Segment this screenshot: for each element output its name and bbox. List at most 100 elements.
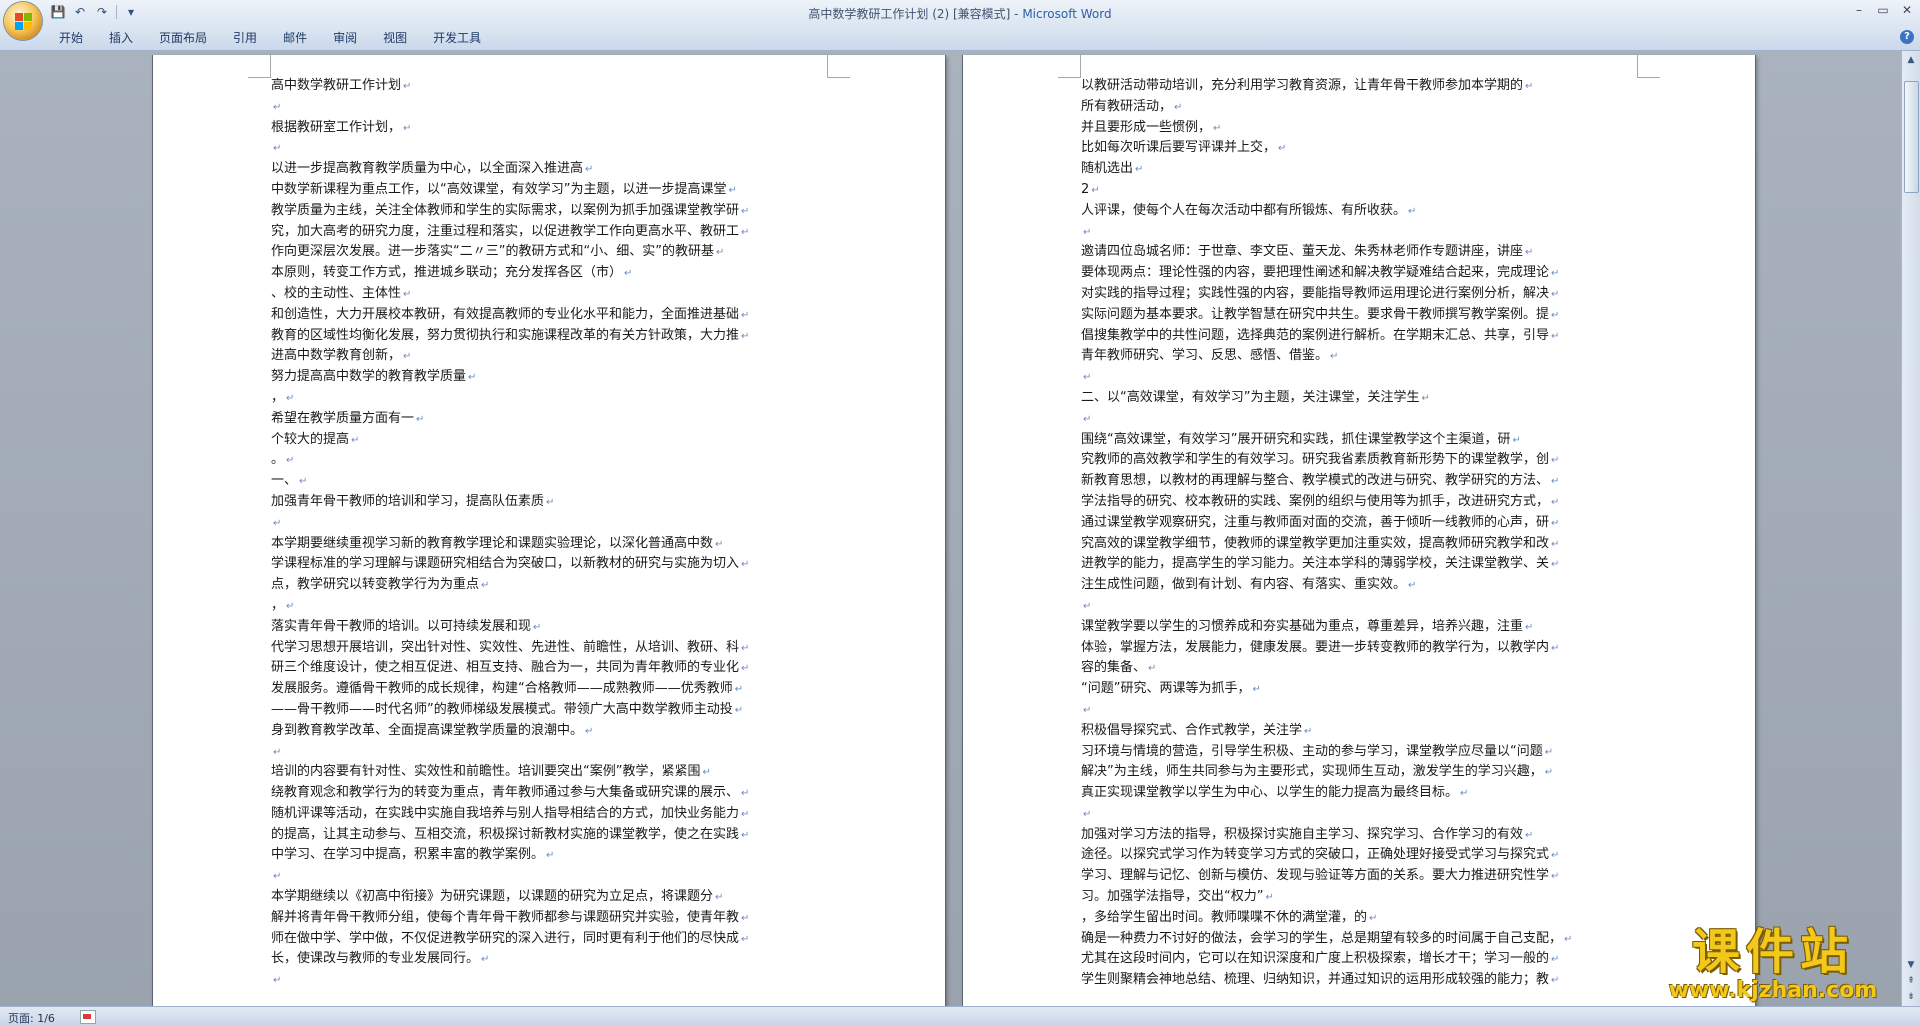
text-line: 、校的主动性、主体性	[271, 284, 786, 305]
text-line	[1081, 700, 1596, 721]
page-text[interactable]: 高中数学教研工作计划根据教研室工作计划， 以进一步提高教育教学质量为中心，以全面深…	[271, 76, 786, 991]
text-line: 本学期继续以《初高中衔接》为研究课题，以课题的研究为立足点，将课题分	[271, 887, 786, 908]
undo-icon[interactable]: ↶	[72, 4, 88, 20]
site-watermark: 课件站 www.kjzhan.com	[1648, 925, 1898, 1005]
text-line: ，	[271, 388, 786, 409]
text-line: 确是一种费力不讨好的做法，会学习的学生，总是期望有较多的时间属于自己支配，	[1081, 929, 1596, 950]
document-page-2[interactable]: 以教研活动带动培训，充分利用学习教育资源，让青年骨干教师参加本学期的所有教研活动…	[963, 55, 1755, 1006]
text-line: 加强对学习方法的指导，积极探讨实施自主学习、探究学习、合作学习的有效	[1081, 825, 1596, 846]
ribbon-tab-bar: 开始 插入 页面布局 引用 邮件 审阅 视图 开发工具	[0, 26, 1920, 51]
text-line	[271, 513, 786, 534]
tab-7[interactable]: 开发工具	[420, 26, 494, 50]
text-line: 学课程标准的学习理解与课题研究相结合为突破口，以新教材的研究与实施为切入	[271, 554, 786, 575]
help-button[interactable]: ?	[1900, 30, 1914, 44]
document-page-1[interactable]: 高中数学教研工作计划根据教研室工作计划， 以进一步提高教育教学质量为中心，以全面深…	[153, 55, 945, 1006]
page-text[interactable]: 以教研活动带动培训，充分利用学习教育资源，让青年骨干教师参加本学期的所有教研活动…	[1081, 76, 1596, 991]
proofing-icon[interactable]	[80, 1010, 96, 1024]
text-line: 落实青年骨干教师的培训。以可持续发展和现	[271, 617, 786, 638]
text-line	[271, 742, 786, 763]
text-line: 解并将青年骨干教师分组，使每个青年骨干教师都参与课题研究并实验，使青年教	[271, 908, 786, 929]
text-line: 究教师的高效教学和学生的有效学习。研究我省素质教育新形势下的课堂教学，创	[1081, 450, 1596, 471]
title-bar: 💾 ↶ ↷ ▾ 高中数学教研工作计划 (2) [兼容模式] - Microsof…	[0, 0, 1920, 40]
text-line: 。	[271, 450, 786, 471]
text-line	[271, 866, 786, 887]
tab-6[interactable]: 视图	[370, 26, 420, 50]
text-line: 教育的区域性均衡化发展，努力贯彻执行和实施课程改革的有关方针政策，大力推	[271, 326, 786, 347]
text-line: 希望在教学质量方面有一	[271, 409, 786, 430]
text-line: 长，使课改与教师的专业发展同行。	[271, 949, 786, 970]
previous-page-icon[interactable]: ⇞	[1904, 974, 1918, 988]
redo-icon[interactable]: ↷	[94, 4, 110, 20]
text-line: 本原则，转变工作方式，推进城乡联动；充分发挥各区（市）	[271, 263, 786, 284]
text-line: 努力提高高中数学的教育教学质量	[271, 367, 786, 388]
text-line: 绕教育观念和教学行为的转变为重点，青年教师通过参与大集备或研究课的展示、	[271, 783, 786, 804]
text-line: 究高效的课堂教学细节，使教师的课堂教学更加注重实效，提高教师研究教学和改	[1081, 534, 1596, 555]
text-line: 要体现两点：理论性强的内容，要把理性阐述和解决教学疑难结合起来，完成理论	[1081, 263, 1596, 284]
office-button[interactable]	[4, 2, 42, 40]
text-line: 加强青年骨干教师的培训和学习，提高队伍素质	[271, 492, 786, 513]
crop-mark	[1058, 55, 1081, 78]
text-line: 研三个维度设计，使之相互促进、相互支持、融合为一，共同为青年教师的专业化	[271, 658, 786, 679]
text-line: 学习、理解与记忆、创新与模仿、发现与验证等方面的关系。要大力推进研究性学	[1081, 866, 1596, 887]
document-title: 高中数学教研工作计划 (2) [兼容模式] -	[808, 7, 1023, 21]
text-line: 高中数学教研工作计划	[271, 76, 786, 97]
text-line: ——骨干教师——时代名师”的教师梯级发展模式。带领广大高中数学教师主动投	[271, 700, 786, 721]
text-line: 进教学的能力，提高学生的学习能力。关注本学科的薄弱学校，关注课堂教学、关	[1081, 554, 1596, 575]
office-logo-icon	[14, 12, 32, 30]
tab-3[interactable]: 引用	[220, 26, 270, 50]
minimize-button[interactable]: –	[1852, 3, 1866, 17]
text-line: 青年教师研究、学习、反思、感悟、借鉴。	[1081, 346, 1596, 367]
text-line: 并且要形成一些惯例，	[1081, 118, 1596, 139]
text-line	[1081, 596, 1596, 617]
text-line: 尤其在这段时间内，它可以在知识深度和广度上积极探索，增长才干；学习一般的	[1081, 949, 1596, 970]
next-page-icon[interactable]: ⇟	[1904, 990, 1918, 1004]
text-line: 本学期要继续重视学习新的教育教学理论和课题实验理论，以深化普通高中数	[271, 534, 786, 555]
app-name: Microsoft Word	[1022, 7, 1112, 21]
text-line: 身到教育教学改革、全面提高课堂教学质量的浪潮中。	[271, 721, 786, 742]
text-line: 邀请四位岛城名师：于世章、李文臣、董天龙、朱秀林老师作专题讲座，讲座	[1081, 242, 1596, 263]
text-line: 容的集备、	[1081, 658, 1596, 679]
text-line: 二、以“高效课堂，有效学习”为主题，关注课堂，关注学生	[1081, 388, 1596, 409]
text-line: 解决”为主线，师生共同参与为主要形式，实现师生互动，激发学生的学习兴趣，	[1081, 762, 1596, 783]
text-line	[1081, 367, 1596, 388]
text-line: 真正实现课堂教学以学生为中心、以学生的能力提高为最终目标。	[1081, 783, 1596, 804]
text-line: 培训的内容要有针对性、实效性和前瞻性。培训要突出“案例”教学，紧紧围	[271, 762, 786, 783]
tab-5[interactable]: 审阅	[320, 26, 370, 50]
text-line: 进高中数学教育创新，	[271, 346, 786, 367]
scroll-down-icon[interactable]: ▼	[1904, 958, 1918, 972]
watermark-url: www.kjzhan.com	[1668, 978, 1878, 1003]
text-line: 人评课，使每个人在每次活动中都有所锻炼、有所收获。	[1081, 201, 1596, 222]
text-line: 围绕“高效课堂，有效学习”展开研究和实践，抓住课堂教学这个主渠道，研	[1081, 430, 1596, 451]
scroll-up-icon[interactable]: ▲	[1904, 53, 1918, 67]
scrollbar-thumb[interactable]	[1904, 81, 1919, 193]
text-line: 随机选出	[1081, 159, 1596, 180]
window-controls: – ▭ ✕	[1852, 3, 1914, 17]
text-line: 的提高，让其主动参与、互相交流，积极探讨新教材实施的课堂教学，使之在实践	[271, 825, 786, 846]
save-icon[interactable]: 💾	[50, 4, 66, 20]
restore-button[interactable]: ▭	[1876, 3, 1890, 17]
text-line: 学法指导的研究、校本教研的实践、案例的组织与使用等为抓手，改进研究方式，	[1081, 492, 1596, 513]
text-line: 代学习思想开展培训，突出针对性、实效性、先进性、前瞻性，从培训、教研、科	[271, 638, 786, 659]
text-line: 倡搜集教学中的共性问题，选择典范的案例进行解析。在学期末汇总、共享，引导	[1081, 326, 1596, 347]
text-line: 比如每次听课后要写评课并上交，	[1081, 138, 1596, 159]
text-line	[271, 970, 786, 991]
text-line: 实际问题为基本要求。让教学智慧在研究中共生。要求骨干教师撰写教学案例。提	[1081, 305, 1596, 326]
text-line	[1081, 804, 1596, 825]
customize-qat-icon[interactable]: ▾	[123, 4, 139, 20]
qat-separator	[116, 5, 117, 19]
text-line: 注生成性问题，做到有计划、有内容、有落实、重实效。	[1081, 575, 1596, 596]
text-line: 发展服务。遵循骨干教师的成长规律，构建“合格教师——成熟教师——优秀教师	[271, 679, 786, 700]
text-line: 新教育思想，以教材的再理解与整合、教学模式的改进与研究、教学研究的方法、	[1081, 471, 1596, 492]
tab-2[interactable]: 页面布局	[146, 26, 220, 50]
vertical-scrollbar[interactable]: ▲ ▼ ⇞ ⇟	[1901, 51, 1920, 1006]
text-line: 习环境与情境的营造，引导学生积极、主动的参与学习，课堂教学应尽量以“问题	[1081, 742, 1596, 763]
text-line: 2	[1081, 180, 1596, 201]
tab-1[interactable]: 插入	[96, 26, 146, 50]
status-page-count[interactable]: 页面: 1/6	[8, 1010, 55, 1026]
window-title: 高中数学教研工作计划 (2) [兼容模式] - Microsoft Word	[0, 5, 1920, 22]
text-line	[1081, 222, 1596, 243]
close-button[interactable]: ✕	[1900, 3, 1914, 17]
text-line: 根据教研室工作计划，	[271, 118, 786, 139]
tab-4[interactable]: 邮件	[270, 26, 320, 50]
tab-0[interactable]: 开始	[46, 26, 96, 50]
